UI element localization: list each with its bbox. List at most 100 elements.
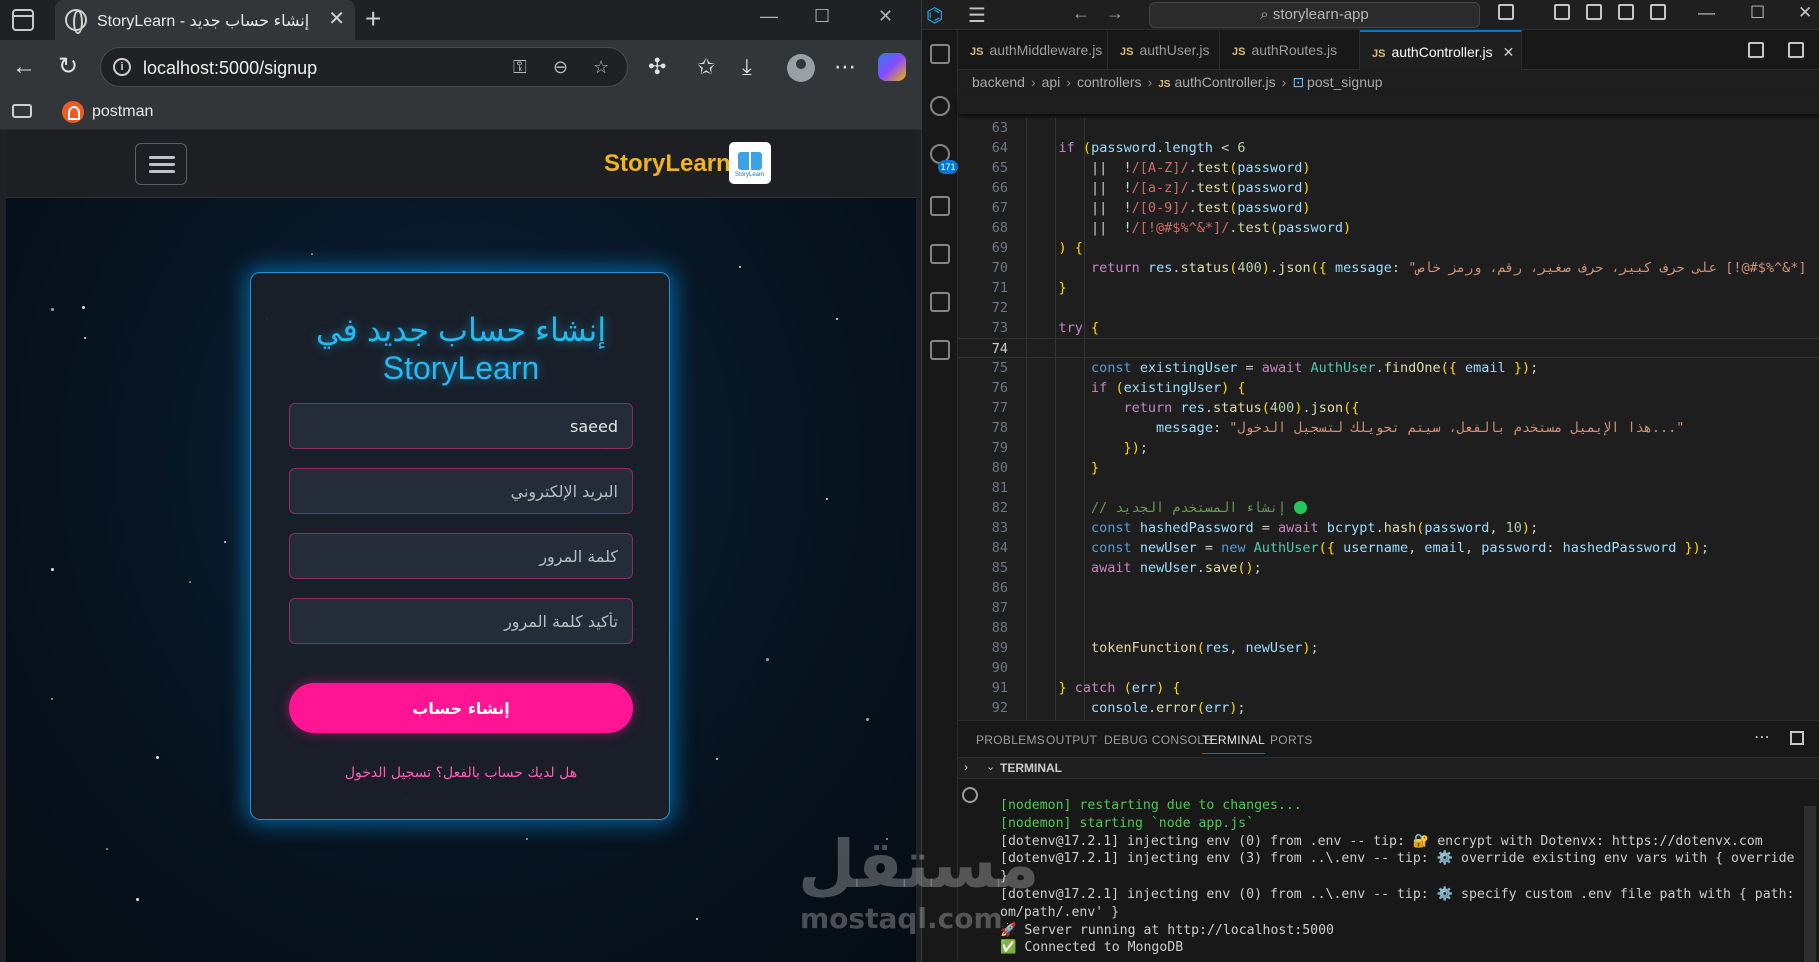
history-icon[interactable] xyxy=(962,787,978,803)
breadcrumb-file[interactable]: authController.js xyxy=(1174,74,1275,90)
window-close-icon[interactable]: ✕ xyxy=(878,6,893,27)
tab-authUser[interactable]: JS authUser.js xyxy=(1108,30,1220,70)
code-line[interactable]: 69 ) { xyxy=(958,238,1819,258)
bookmark-postman[interactable]: postman xyxy=(92,103,153,121)
code-line[interactable]: 76 if (existingUser) { xyxy=(958,378,1819,398)
code-line[interactable]: 64 if (password.length < 6 xyxy=(958,138,1819,158)
panel-tab-ports[interactable]: PORTS xyxy=(1270,733,1313,747)
address-bar[interactable]: i localhost:5000/signup ⚿ ⊖ ☆ xyxy=(100,47,628,87)
toggle-panel-icon[interactable] xyxy=(1618,4,1634,20)
go-forward-icon[interactable]: → xyxy=(1106,3,1124,24)
code-line[interactable]: 91 } catch (err) { xyxy=(958,678,1819,698)
toggle-secondary-sidebar-icon[interactable] xyxy=(1650,4,1666,20)
back-icon[interactable]: ← xyxy=(12,54,36,80)
panel-tab-problems[interactable]: PROBLEMS xyxy=(976,733,1045,747)
panel-maximize-icon[interactable] xyxy=(1790,731,1804,745)
password-input[interactable] xyxy=(289,533,633,579)
browser-tab[interactable]: StoryLearn - إنشاء حساب جديد ✕ xyxy=(55,0,355,40)
key-icon[interactable]: ⚿ xyxy=(513,57,527,78)
code-line[interactable]: 67 || !/[0-9]/.test(password) xyxy=(958,198,1819,218)
hamburger-menu-button[interactable] xyxy=(135,143,187,185)
code-line[interactable]: 84 const newUser = new AuthUser({ userna… xyxy=(958,538,1819,558)
panel-tab-terminal[interactable]: TERMINAL xyxy=(1202,733,1266,754)
code-editor[interactable]: 63 64 if (password.length < 6 65 || !/[A-Z… xyxy=(958,118,1819,720)
reload-icon[interactable]: ↻ xyxy=(58,54,78,80)
profile-avatar[interactable] xyxy=(787,54,815,82)
tab-authMiddleware[interactable]: JS authMiddleware.js xyxy=(958,30,1108,70)
explorer-icon[interactable] xyxy=(930,44,950,64)
panel-more-icon[interactable]: ⋯ xyxy=(1754,727,1770,747)
chevron-down-icon[interactable]: ⌄ xyxy=(986,760,995,773)
code-line[interactable]: 72 xyxy=(958,298,1819,318)
search-icon[interactable] xyxy=(930,96,950,116)
code-line[interactable]: 66 || !/[a-z]/.test(password) xyxy=(958,178,1819,198)
sticky-scroll-line[interactable]: 46 const post_signup = async (req, res) … xyxy=(958,94,1819,152)
code-line[interactable]: 78 message: "هذا الإيميل مستخدم بالفعل، … xyxy=(958,418,1819,438)
code-line[interactable]: 68 || !/[!@#$%^&*]/.test(password) xyxy=(958,218,1819,238)
code-line[interactable]: 85 await newUser.save(); xyxy=(958,558,1819,578)
code-line[interactable]: 80 } xyxy=(958,458,1819,478)
code-line[interactable]: 92 console.error(err); xyxy=(958,698,1819,718)
code-line[interactable]: 89 tokenFunction(res, newUser); xyxy=(958,638,1819,658)
bookmarks-icon[interactable] xyxy=(12,104,32,118)
create-account-button[interactable]: إنشاء حساب xyxy=(289,683,633,733)
tab-authController[interactable]: JS authController.js ✕ xyxy=(1360,30,1522,70)
command-center-search[interactable]: ⌕ storylearn-app xyxy=(1149,2,1480,28)
tab-close-icon[interactable]: ✕ xyxy=(1503,44,1515,60)
layout-icon[interactable] xyxy=(1554,4,1570,20)
code-line[interactable]: 83 const hashedPassword = await bcrypt.h… xyxy=(958,518,1819,538)
login-link[interactable]: هل لديك حساب بالفعل؟ تسجيل الدخول xyxy=(251,765,671,781)
vscode-minimize-icon[interactable]: — xyxy=(1698,3,1715,23)
chevron-right-icon[interactable]: › xyxy=(964,760,968,774)
copilot-icon[interactable] xyxy=(878,53,906,81)
terminal-scrollbar[interactable] xyxy=(1804,806,1816,962)
breadcrumb-controllers[interactable]: controllers xyxy=(1077,74,1142,90)
minimize-icon[interactable]: — xyxy=(760,6,778,27)
code-line[interactable]: 86 xyxy=(958,578,1819,598)
code-line[interactable]: 70 return res.status(400).json({ message… xyxy=(958,258,1819,278)
menu-icon[interactable]: ☰ xyxy=(968,3,986,28)
code-line[interactable]: 79 }); xyxy=(958,438,1819,458)
username-input[interactable] xyxy=(289,403,633,449)
split-editor-icon[interactable] xyxy=(1788,42,1804,58)
tab-authRoutes[interactable]: JS authRoutes.js xyxy=(1220,30,1360,70)
confirm-password-input[interactable] xyxy=(289,598,633,644)
extensions-icon[interactable]: ✣ xyxy=(648,54,666,80)
breadcrumb-symbol[interactable]: post_signup xyxy=(1307,74,1383,90)
vscode-maximize-icon[interactable]: ☐ xyxy=(1750,3,1765,23)
code-line[interactable]: 77 return res.status(400).json({ xyxy=(958,398,1819,418)
extensions-view-icon[interactable] xyxy=(930,244,950,264)
toggle-sidebar-icon[interactable] xyxy=(1586,4,1602,20)
favorites-icon[interactable]: ✩ xyxy=(697,54,715,80)
more-options-icon[interactable]: ⋯ xyxy=(834,54,856,80)
code-line[interactable]: 82 // إنشاء المستخدم الجديد xyxy=(958,498,1819,518)
code-line[interactable]: 65 || !/[A-Z]/.test(password) xyxy=(958,158,1819,178)
tab-close-icon[interactable]: ✕ xyxy=(328,8,345,30)
go-back-icon[interactable]: ← xyxy=(1072,3,1090,24)
copilot-menu-icon[interactable] xyxy=(1498,4,1514,20)
code-line[interactable]: 88 xyxy=(958,618,1819,638)
zoom-icon[interactable]: ⊖ xyxy=(553,57,568,78)
brand-logo[interactable]: StoryLearn xyxy=(729,142,771,184)
site-info-icon[interactable]: i xyxy=(113,58,131,76)
tab-actions-icon[interactable] xyxy=(12,9,34,31)
containers-icon[interactable] xyxy=(930,340,950,360)
code-line[interactable]: 75 const existingUser = await AuthUser.f… xyxy=(958,358,1819,378)
panel-tab-output[interactable]: OUTPUT xyxy=(1046,733,1097,747)
code-line[interactable]: 87 xyxy=(958,598,1819,618)
breadcrumb-api[interactable]: api xyxy=(1042,74,1061,90)
code-line[interactable]: 81 xyxy=(958,478,1819,498)
email-input[interactable] xyxy=(289,468,633,514)
panel-tab-debug-console[interactable]: DEBUG CONSOLE xyxy=(1104,733,1213,747)
code-line[interactable]: 74 xyxy=(958,338,1819,358)
new-tab-icon[interactable]: + xyxy=(365,5,381,33)
terminal-output[interactable]: [nodemon] restarting due to changes... [n… xyxy=(1000,797,1800,962)
vscode-close-icon[interactable]: ✕ xyxy=(1798,3,1812,23)
run-debug-icon[interactable] xyxy=(930,196,950,216)
downloads-icon[interactable]: ⤓ xyxy=(742,54,752,80)
compare-changes-icon[interactable] xyxy=(1748,42,1764,58)
code-line[interactable]: 71 } xyxy=(958,278,1819,298)
favorite-star-icon[interactable]: ☆ xyxy=(593,57,609,78)
code-line[interactable]: 63 xyxy=(958,118,1819,138)
maximize-icon[interactable]: ☐ xyxy=(814,6,830,27)
